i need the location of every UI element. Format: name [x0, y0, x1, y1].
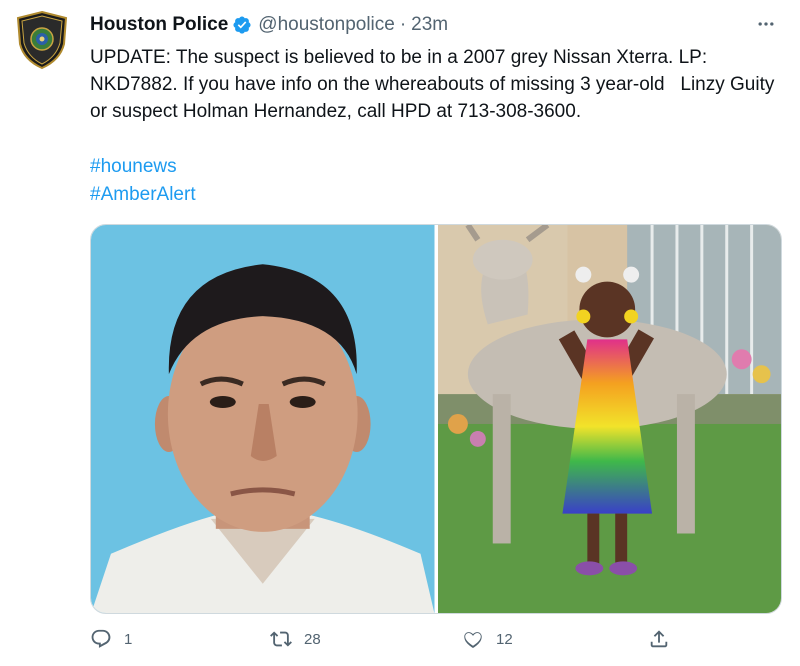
more-options-button[interactable] — [754, 12, 778, 36]
suspect-portrait-image — [91, 225, 435, 613]
retweet-icon — [270, 631, 292, 647]
tweet-text: UPDATE: The suspect is believed to be in… — [90, 47, 780, 122]
reply-icon — [91, 629, 111, 648]
missing-child-photo[interactable] — [437, 225, 781, 613]
share-icon — [650, 630, 668, 648]
reply-count: 1 — [124, 630, 133, 648]
hashtag-link[interactable]: #hounews — [90, 153, 196, 181]
tweet-timestamp[interactable]: 23m — [411, 14, 448, 36]
tweet-header: Houston Police @houstonpolice · 23m — [90, 14, 448, 36]
avatar[interactable] — [16, 10, 68, 70]
like-button[interactable]: 12 — [462, 628, 513, 650]
suspect-photo[interactable] — [91, 225, 435, 613]
author-handle[interactable]: @houstonpolice — [258, 14, 395, 36]
hashtag-list: #hounews #AmberAlert — [90, 153, 196, 209]
retweet-button[interactable]: 28 — [270, 628, 321, 650]
share-button[interactable] — [648, 628, 670, 650]
like-count: 12 — [496, 630, 513, 648]
reply-button[interactable]: 1 — [90, 628, 132, 650]
action-bar: 1 28 12 — [90, 628, 670, 658]
child-with-deer-statue-image — [437, 225, 781, 613]
separator-dot: · — [399, 14, 407, 35]
verified-badge-icon — [233, 16, 251, 34]
tweet-media — [90, 224, 782, 614]
police-badge-icon — [16, 10, 68, 70]
more-icon — [758, 22, 774, 26]
retweet-count: 28 — [304, 630, 321, 648]
hashtag-link[interactable]: #AmberAlert — [90, 181, 196, 209]
author-name[interactable]: Houston Police — [90, 14, 228, 36]
heart-icon — [464, 632, 482, 648]
